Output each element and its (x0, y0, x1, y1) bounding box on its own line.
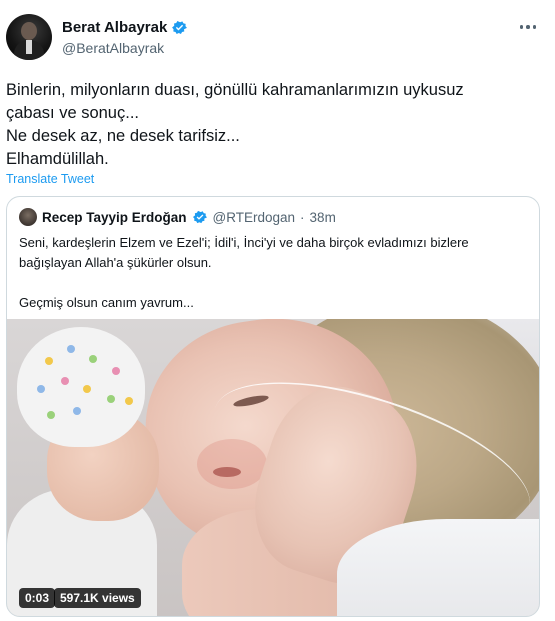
quoted-author-name: Recep Tayyip Erdoğan (42, 209, 187, 225)
quoted-avatar (19, 208, 37, 226)
avatar-shirt (26, 40, 32, 54)
more-dot (532, 25, 537, 29)
tweet-text: Binlerin, milyonların duası, gönüllü kah… (6, 79, 546, 171)
doll-dot (89, 355, 97, 363)
doll-dot (73, 407, 81, 415)
verified-badge-icon (192, 210, 207, 224)
tweet-line: Elhamdülillah. (6, 150, 109, 168)
more-dot (526, 25, 530, 29)
quoted-timestamp: 38m (309, 209, 336, 225)
video-mouth (213, 467, 241, 477)
translate-tweet-link[interactable]: Translate Tweet (6, 172, 94, 186)
video-elapsed-time: 0:03 (19, 588, 56, 608)
author-name-row: Berat Albayrak (62, 19, 188, 36)
author-handle[interactable]: @BeratAlbayrak (62, 40, 188, 56)
verified-badge-icon (172, 21, 188, 34)
tweet-line: Binlerin, milyonların duası, gönüllü kah… (6, 81, 464, 99)
quoted-line: Geçmiş olsun canım yavrum... (19, 295, 194, 310)
doll-dot (47, 411, 55, 419)
tweet-line: Ne desek az, ne desek tarifsiz... (6, 127, 240, 145)
quoted-header: Recep Tayyip Erdoğan @RTErdogan · 38m (19, 208, 336, 226)
quoted-text: Seni, kardeşlerin Elzem ve Ezel'i; İdil'… (19, 233, 529, 313)
quoted-separator: · (300, 209, 305, 225)
quoted-author-handle: @RTErdogan (212, 209, 296, 225)
doll-dot (37, 385, 45, 393)
doll-dot (112, 367, 120, 375)
video-player[interactable]: 0:03 597.1K views (7, 319, 539, 616)
doll-dot (61, 377, 69, 385)
doll-dot (67, 345, 75, 353)
doll-hat (17, 327, 145, 447)
video-view-count: 597.1K views (54, 588, 141, 608)
more-options-icon[interactable] (515, 18, 541, 36)
doll-dot (45, 357, 53, 365)
tweet-line: çabası ve sonuç... (6, 104, 139, 122)
author-block: Berat Albayrak @BeratAlbayrak (62, 19, 188, 56)
doll-dot (83, 385, 91, 393)
quoted-spacer (19, 273, 529, 293)
doll-dot (125, 397, 133, 405)
avatar-head (21, 22, 37, 40)
doll-dot (107, 395, 115, 403)
author-name[interactable]: Berat Albayrak (62, 19, 167, 36)
author-avatar[interactable] (6, 14, 52, 60)
quoted-tweet[interactable]: Recep Tayyip Erdoğan @RTErdogan · 38m Se… (6, 196, 540, 617)
more-dot (519, 25, 524, 29)
quoted-line: Seni, kardeşlerin Elzem ve Ezel'i; İdil'… (19, 235, 469, 250)
tweet-card: Berat Albayrak @BeratAlbayrak Binlerin, … (0, 0, 555, 621)
quoted-line: bağışlayan Allah'a şükürler olsun. (19, 255, 212, 270)
